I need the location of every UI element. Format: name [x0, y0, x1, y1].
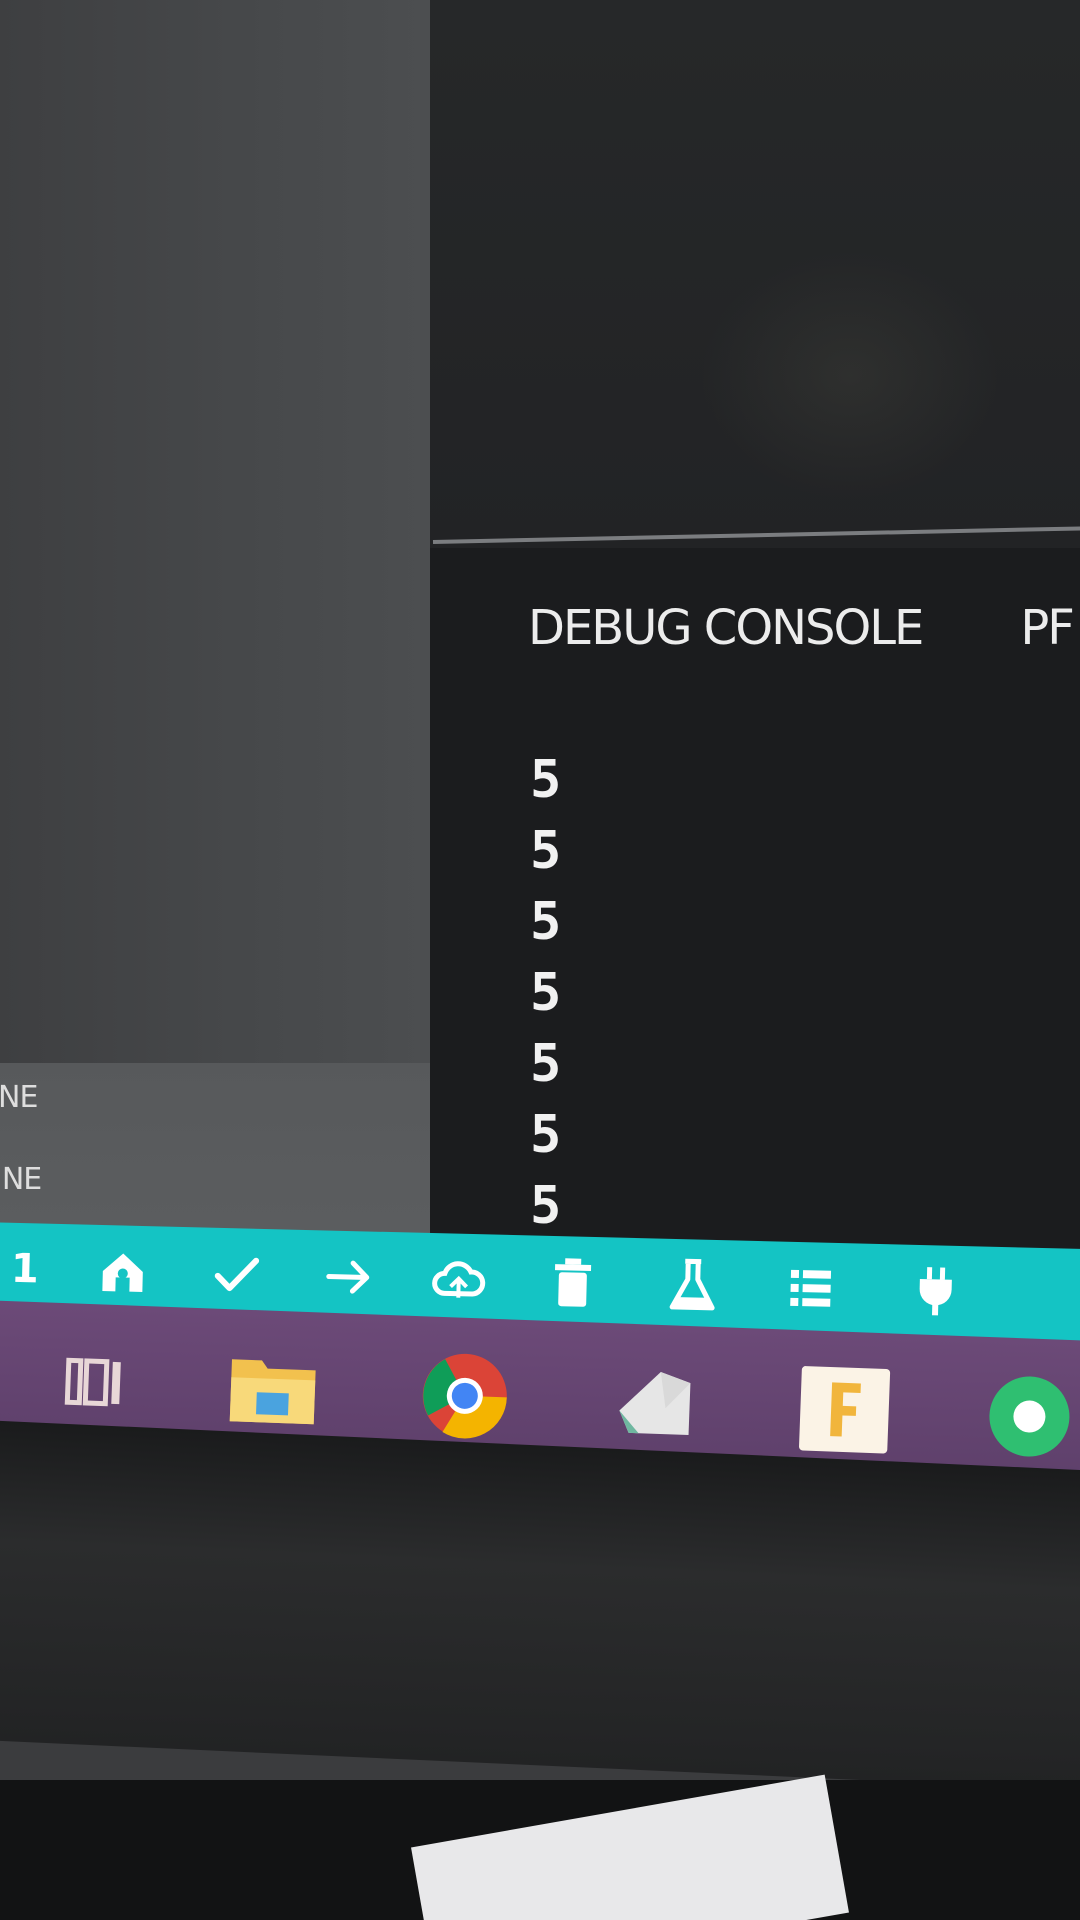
- trash-icon: [554, 1258, 592, 1307]
- panel-tab-bar: DEBUG CONSOLE PF: [528, 600, 1080, 656]
- console-line: 5: [530, 1034, 562, 1094]
- console-line: 5: [530, 1176, 562, 1236]
- chrome-icon: [422, 1353, 507, 1439]
- sidebar-section-label[interactable]: INE: [0, 1162, 42, 1197]
- green-app-icon[interactable]: [980, 1367, 1079, 1466]
- console-line: 5: [530, 892, 562, 952]
- task-view-icon: [64, 1357, 121, 1407]
- tab-debug-console[interactable]: DEBUG CONSOLE: [528, 600, 924, 656]
- plug-icon: [919, 1267, 952, 1316]
- sidebar-section-label[interactable]: NE: [0, 1080, 38, 1115]
- console-line: 5: [530, 821, 562, 881]
- problems-count[interactable]: 1: [0, 1236, 58, 1302]
- plug-icon[interactable]: [903, 1259, 969, 1325]
- paint-icon: [619, 1371, 691, 1436]
- list-icon[interactable]: [778, 1256, 844, 1322]
- bottom-panel: [430, 548, 1080, 1278]
- home-icon[interactable]: [90, 1239, 156, 1305]
- debug-console-output: 5 5 5 5 5 5 5: [530, 745, 561, 1242]
- chrome-icon[interactable]: [415, 1346, 514, 1445]
- task-view-icon[interactable]: [45, 1333, 144, 1432]
- monitor-screen: NE INE DEBUG CONSOLE PF 5 5 5 5 5 5 5: [0, 0, 1080, 1290]
- green-app-icon: [989, 1376, 1070, 1457]
- flask-icon: [669, 1258, 715, 1311]
- cloud-upload-icon: [432, 1261, 486, 1298]
- console-line: 5: [530, 1105, 562, 1165]
- file-explorer-icon[interactable]: [223, 1339, 322, 1438]
- tab-problems[interactable]: PF: [1020, 600, 1075, 656]
- console-line: 5: [530, 750, 562, 810]
- home-icon: [102, 1253, 143, 1292]
- arrow-right-icon[interactable]: [316, 1244, 382, 1310]
- arrow-right-icon: [326, 1260, 370, 1294]
- list-icon: [790, 1269, 832, 1307]
- screen-reflection: [700, 250, 1000, 500]
- paint-icon[interactable]: [605, 1353, 704, 1452]
- check-icon: [214, 1257, 260, 1292]
- photo-stage: NE INE DEBUG CONSOLE PF 5 5 5 5 5 5 5 1: [0, 0, 1080, 1920]
- problems-count-label: 1: [10, 1245, 40, 1293]
- flask-icon[interactable]: [660, 1253, 726, 1319]
- console-line: 5: [530, 963, 562, 1023]
- sidebar-panel: [0, 0, 430, 1070]
- f-app-icon[interactable]: [795, 1360, 894, 1459]
- file-explorer-icon: [229, 1359, 316, 1425]
- f-app-icon: [799, 1366, 891, 1454]
- cloud-upload-icon[interactable]: [426, 1247, 492, 1313]
- check-icon[interactable]: [203, 1241, 269, 1307]
- trash-icon[interactable]: [540, 1250, 606, 1316]
